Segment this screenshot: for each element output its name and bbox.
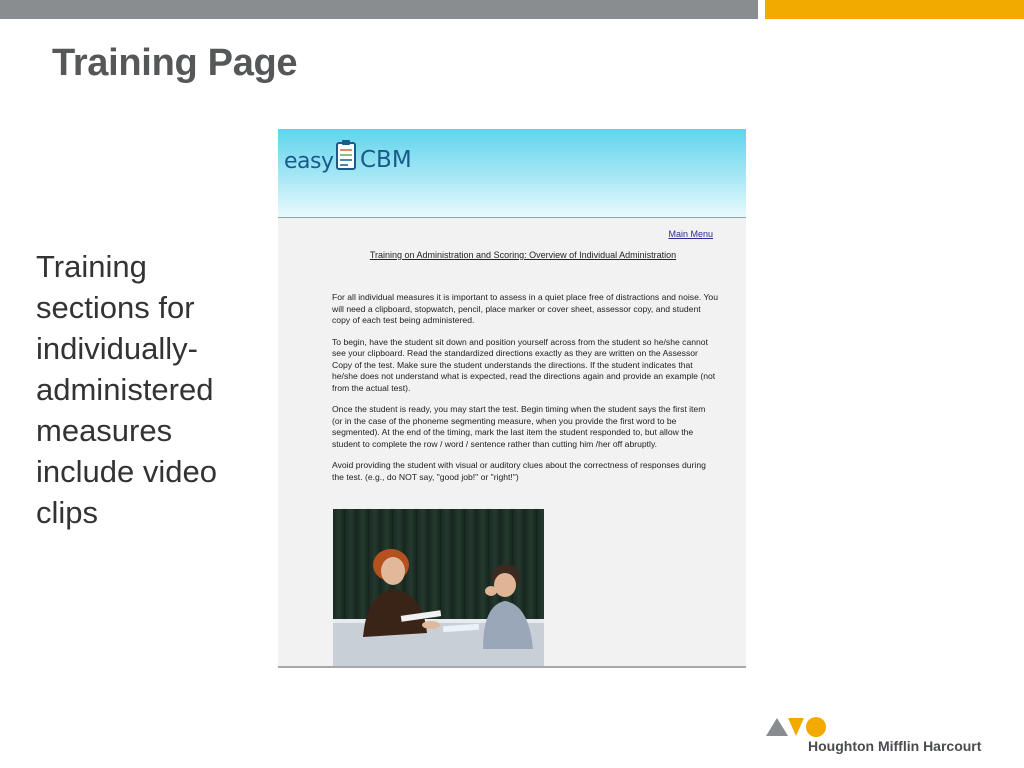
easycbm-screenshot: easy CBM Main Menu Training on Administr…: [278, 129, 746, 668]
video-scene: [333, 549, 544, 666]
slide-bullet-text: Training sections for individually-admin…: [36, 249, 217, 530]
hmh-logo: Houghton Mifflin Harcourt: [764, 714, 982, 756]
clipboard-icon: [336, 140, 356, 170]
logo-easy-text: easy: [284, 149, 334, 174]
paragraph: Once the student is ready, you may start…: [332, 404, 706, 449]
paragraph: For all individual measures it is import…: [332, 292, 718, 325]
training-heading: Training on Administration and Scoring: …: [369, 250, 677, 260]
hmh-shapes-icon: [766, 717, 826, 737]
main-menu-link[interactable]: Main Menu: [668, 229, 713, 239]
hmh-brand-text: Houghton Mifflin Harcourt: [808, 738, 982, 754]
paragraph: Avoid providing the student with visual …: [332, 460, 706, 482]
logo-cbm-text: CBM: [360, 147, 412, 173]
top-bar-gold: [765, 0, 1024, 19]
training-video[interactable]: [333, 509, 544, 666]
easycbm-header: easy CBM: [278, 129, 746, 218]
top-bar-gray: [0, 0, 758, 19]
slide-title: Training Page: [52, 42, 298, 84]
paragraph: To begin, have the student sit down and …: [332, 336, 716, 393]
instructions-text: For all individual measures it is import…: [332, 292, 718, 493]
